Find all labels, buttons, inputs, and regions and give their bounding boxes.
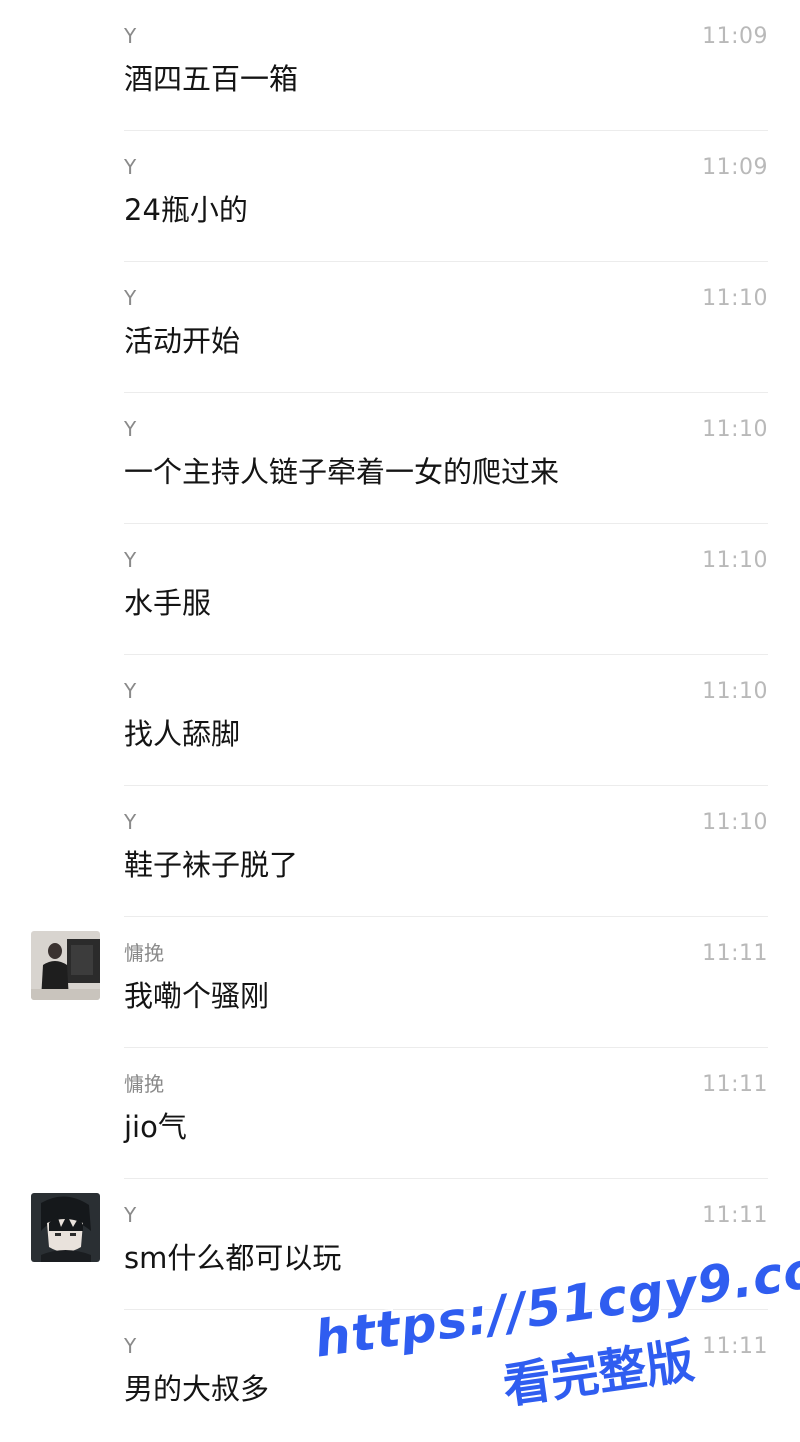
message-time: 11:11 — [702, 941, 768, 966]
avatar[interactable] — [31, 1193, 100, 1262]
avatar-anime-icon — [31, 1193, 100, 1262]
message-sender: Y — [124, 155, 137, 179]
message-sender: 慵挽 — [124, 941, 164, 965]
message-item[interactable]: Y 11:10 一个主持人链子牵着一女的爬过来 — [0, 393, 800, 524]
message-item[interactable]: 慵挽 11:11 jio气 — [0, 1048, 800, 1179]
message-sender: Y — [124, 810, 137, 834]
message-time: 11:10 — [702, 286, 768, 311]
message-time: 11:11 — [702, 1203, 768, 1228]
message-item[interactable]: Y 11:09 酒四五百一箱 — [0, 0, 800, 131]
message-item[interactable]: Y 11:11 sm什么都可以玩 — [0, 1179, 800, 1310]
message-sender: Y — [124, 679, 137, 703]
message-time: 11:11 — [702, 1072, 768, 1097]
message-sender: 慵挽 — [124, 1072, 164, 1096]
message-item[interactable]: Y 11:10 找人舔脚 — [0, 655, 800, 786]
message-text: 水手服 — [124, 586, 212, 620]
message-text: 找人舔脚 — [124, 717, 241, 751]
message-text: 一个主持人链子牵着一女的爬过来 — [124, 455, 560, 489]
message-time: 11:10 — [702, 548, 768, 573]
message-text: jio气 — [124, 1110, 187, 1144]
message-sender: Y — [124, 1334, 137, 1358]
message-sender: Y — [124, 24, 137, 48]
message-text: 24瓶小的 — [124, 193, 248, 227]
message-sender: Y — [124, 1203, 137, 1227]
message-time: 11:09 — [702, 155, 768, 180]
avatar-photo-icon — [31, 931, 100, 1000]
message-time: 11:09 — [702, 24, 768, 49]
message-item[interactable]: Y 11:10 鞋子袜子脱了 — [0, 786, 800, 917]
message-item[interactable]: Y 11:10 水手服 — [0, 524, 800, 655]
message-text: 鞋子袜子脱了 — [124, 848, 299, 882]
message-text: 男的大叔多 — [124, 1372, 270, 1406]
message-item[interactable]: Y 11:11 男的大叔多 — [0, 1310, 800, 1441]
message-text: 活动开始 — [124, 324, 241, 358]
message-time: 11:10 — [702, 679, 768, 704]
message-text: 我嘞个骚刚 — [124, 979, 270, 1013]
message-sender: Y — [124, 286, 137, 310]
message-text: sm什么都可以玩 — [124, 1241, 342, 1275]
message-text: 酒四五百一箱 — [124, 62, 299, 96]
message-sender: Y — [124, 548, 137, 572]
message-item[interactable]: Y 11:09 24瓶小的 — [0, 131, 800, 262]
avatar[interactable] — [31, 931, 100, 1000]
message-time: 11:10 — [702, 810, 768, 835]
message-time: 11:11 — [702, 1334, 768, 1359]
message-time: 11:10 — [702, 417, 768, 442]
message-sender: Y — [124, 417, 137, 441]
message-item[interactable]: Y 11:10 活动开始 — [0, 262, 800, 393]
message-item[interactable]: 慵挽 11:11 我嘞个骚刚 — [0, 917, 800, 1048]
